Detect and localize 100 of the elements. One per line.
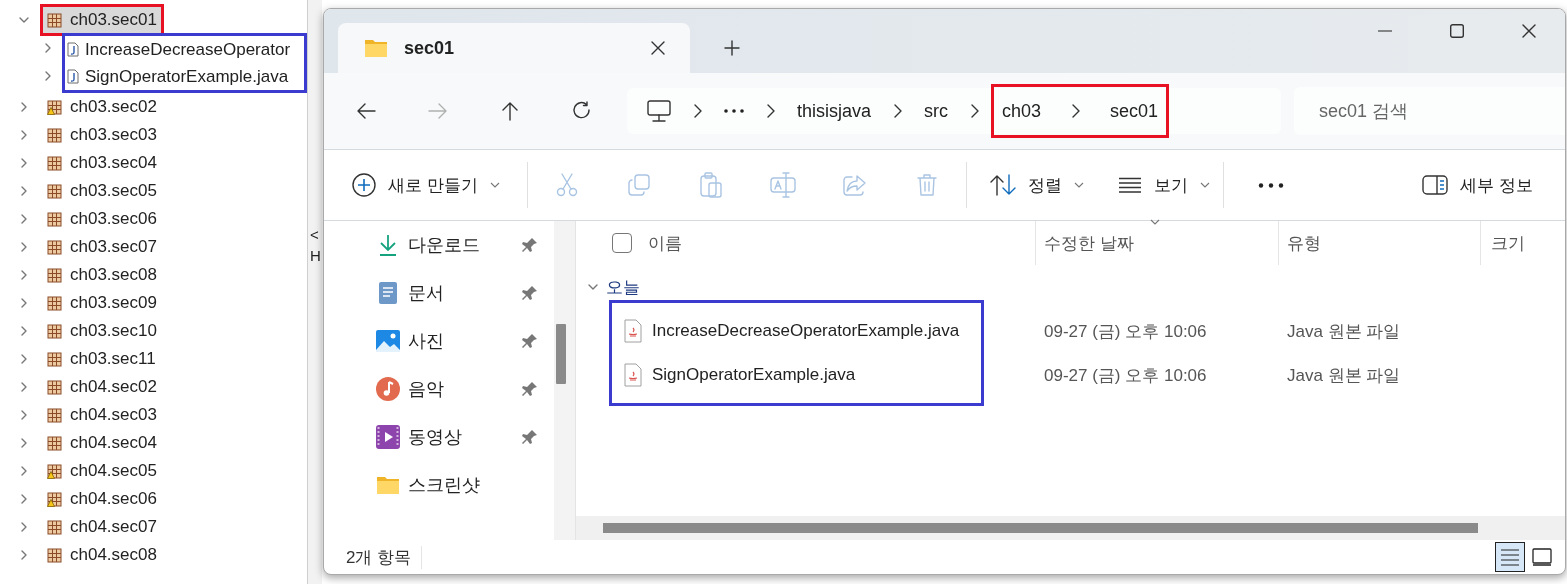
chevron-right-icon[interactable]	[19, 410, 29, 420]
chevron-right-icon[interactable]	[43, 71, 53, 81]
download-icon	[378, 234, 398, 256]
package-name[interactable]: ch03.sec08	[70, 265, 157, 285]
package-name[interactable]: ch03.sec06	[70, 209, 157, 229]
scrollbar-thumb[interactable]	[603, 523, 1478, 533]
video-icon	[376, 425, 400, 449]
close-icon	[651, 41, 665, 55]
chevron-right-icon[interactable]	[19, 522, 29, 532]
java-file-icon	[624, 363, 642, 387]
chevron-right-icon	[766, 104, 775, 118]
document-icon	[378, 281, 398, 305]
tiles-view-icon	[1532, 548, 1552, 566]
chevron-right-icon[interactable]	[43, 43, 53, 53]
chevron-right-icon	[893, 104, 903, 118]
chevron-right-icon[interactable]	[19, 214, 29, 224]
package-name[interactable]: ch03.sec05	[70, 181, 157, 201]
chevron-right-icon	[1071, 104, 1081, 118]
date-modified: 09-27 (금) 오후 10:06	[1044, 364, 1208, 387]
chevron-right-icon[interactable]	[19, 326, 29, 336]
panel-text: H	[310, 247, 322, 264]
column-header[interactable]: 이름	[648, 231, 682, 255]
breadcrumb-item[interactable]: thisisjava	[797, 100, 872, 122]
details-view-button[interactable]	[1495, 542, 1525, 572]
maximize-icon	[1450, 24, 1464, 38]
file-name[interactable]: SignOperatorExample.java	[652, 365, 856, 385]
chevron-right-icon[interactable]	[19, 298, 29, 308]
ellipsis-icon	[724, 109, 744, 113]
navigation-item[interactable]: 스크린샷	[324, 461, 554, 509]
package-name[interactable]: ch04.sec04	[70, 433, 157, 453]
file-name[interactable]: IncreaseDecreaseOperatorExample.java	[652, 321, 960, 341]
chevron-right-icon[interactable]	[19, 130, 29, 140]
package-name[interactable]: ch03.sec01	[70, 10, 157, 30]
breadcrumb-item[interactable]: ch03	[1002, 100, 1042, 122]
package-name[interactable]: ch03.sec09	[70, 293, 157, 313]
group-header[interactable]: 오늘	[606, 275, 640, 299]
file-name[interactable]: IncreaseDecreaseOperator	[85, 39, 291, 60]
package-name[interactable]: ch03.sec02	[70, 97, 157, 117]
computer-icon	[647, 100, 671, 122]
music-note-icon	[376, 377, 400, 401]
chevron-right-icon[interactable]	[19, 438, 29, 448]
details-button[interactable]: 세부 정보	[1412, 162, 1543, 208]
navigation-item[interactable]: 문서	[324, 269, 554, 317]
package-name[interactable]: ch04.sec07	[70, 517, 157, 537]
chevron-right-icon[interactable]	[19, 158, 29, 168]
chevron-down-icon[interactable]	[19, 15, 29, 25]
plus-icon	[724, 40, 740, 56]
file-type: Java 원본 파일	[1287, 320, 1402, 343]
package-name[interactable]: ch03.sec10	[70, 321, 157, 341]
column-header[interactable]: 수정한 날짜	[1044, 231, 1134, 255]
package-name[interactable]: ch03.sec03	[70, 125, 157, 145]
column-header[interactable]: 크기	[1491, 231, 1525, 255]
chevron-right-icon[interactable]	[19, 466, 29, 476]
minimize-icon	[1378, 30, 1392, 32]
panel-text: <	[310, 226, 320, 243]
breadcrumb-item[interactable]: sec01	[1110, 100, 1159, 122]
navigation-item[interactable]: 동영상	[324, 413, 554, 461]
navigation-item[interactable]: 다운로드	[324, 221, 554, 269]
file-type: Java 원본 파일	[1287, 364, 1402, 387]
select-all-checkbox[interactable]	[612, 233, 632, 253]
navigation-item[interactable]: 음악	[324, 365, 554, 413]
scrollbar-thumb[interactable]	[556, 324, 566, 384]
column-header[interactable]: 유형	[1287, 231, 1321, 255]
chevron-right-icon	[693, 104, 702, 118]
package-name[interactable]: ch04.sec06	[70, 489, 157, 509]
chevron-right-icon[interactable]	[19, 550, 29, 560]
chevron-right-icon[interactable]	[19, 102, 29, 112]
chevron-right-icon[interactable]	[19, 354, 29, 364]
chevron-down-icon[interactable]	[588, 282, 598, 292]
breadcrumb-item[interactable]: src	[924, 100, 949, 122]
chevron-right-icon	[970, 104, 980, 118]
package-name[interactable]: ch03.sec11	[70, 349, 156, 369]
picture-icon	[376, 330, 400, 352]
package-name[interactable]: ch04.sec08	[70, 545, 157, 565]
sort-button[interactable]: 정렬	[979, 162, 1094, 208]
java-file-icon	[67, 69, 79, 84]
details-view-icon	[1500, 548, 1520, 566]
chevron-right-icon[interactable]	[19, 382, 29, 392]
package-name[interactable]: ch04.sec02	[70, 377, 157, 397]
chevron-right-icon[interactable]	[19, 242, 29, 252]
date-modified: 09-27 (금) 오후 10:06	[1044, 320, 1208, 343]
view-button[interactable]: 보기	[1107, 162, 1220, 208]
search-field[interactable]: sec01 검색	[1294, 87, 1565, 135]
java-file-icon	[624, 319, 642, 343]
package-name[interactable]: ch04.sec05	[70, 461, 157, 481]
navigation-item[interactable]: 사진	[324, 317, 554, 365]
chevron-right-icon[interactable]	[19, 270, 29, 280]
file-name[interactable]: SignOperatorExample.java	[85, 66, 289, 87]
package-name[interactable]: ch03.sec07	[70, 237, 157, 257]
package-name[interactable]: ch03.sec04	[70, 153, 157, 173]
tab[interactable]: sec01	[338, 23, 690, 73]
item-count: 2개 항목	[346, 545, 423, 569]
chevron-right-icon[interactable]	[19, 494, 29, 504]
chevron-right-icon[interactable]	[19, 186, 29, 196]
tab-title: sec01	[404, 37, 456, 59]
ellipsis-icon	[1257, 182, 1284, 188]
folder-icon	[376, 475, 400, 495]
new-button[interactable]: 새로 만들기	[342, 162, 510, 208]
package-name[interactable]: ch04.sec03	[70, 405, 157, 425]
close-icon	[1522, 24, 1536, 38]
